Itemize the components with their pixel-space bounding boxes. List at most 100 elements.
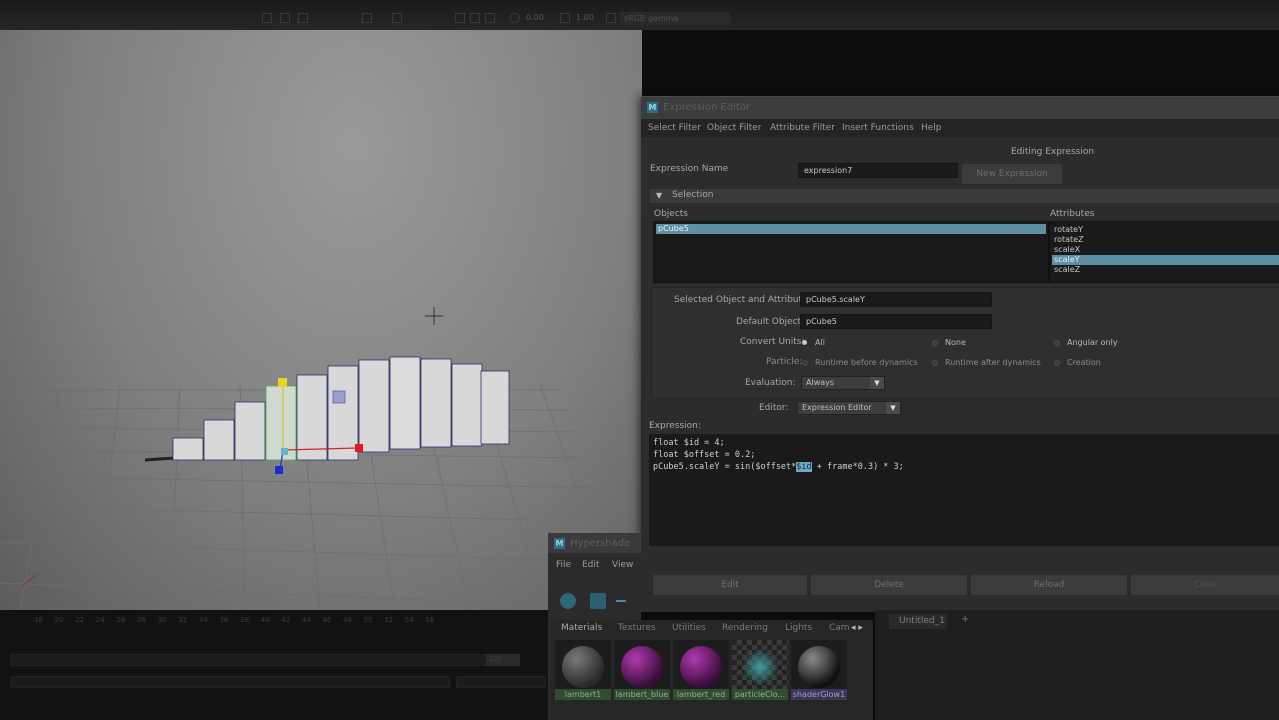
timeline-tick: 20 (54, 616, 64, 624)
move-cursor-icon (425, 307, 443, 325)
list-item[interactable]: scaleY (1052, 255, 1279, 265)
tab-textures[interactable]: Textures (618, 623, 656, 633)
range-slider[interactable] (10, 654, 520, 666)
maya-logo-icon: M (554, 538, 565, 549)
convert-units-angular-radio[interactable] (1054, 340, 1060, 346)
material-swatch[interactable]: lambert1 (555, 640, 611, 700)
shadow-icon[interactable] (392, 13, 402, 23)
selected-obj-attr-field[interactable]: pCube5.scaleY (800, 292, 992, 307)
exposure-icon[interactable] (510, 13, 520, 23)
edit-button[interactable]: Edit (653, 575, 807, 595)
list-item[interactable]: scaleX (1052, 245, 1279, 255)
grid-icon[interactable] (262, 13, 272, 23)
material-swatch[interactable]: lambert_blue (614, 640, 670, 700)
timeline-tick: 22 (75, 616, 85, 624)
material-swatch[interactable]: lambert_red (673, 640, 729, 700)
selection-section-header[interactable]: ▼ Selection (650, 189, 1279, 203)
menu-object-filter[interactable]: Object Filter (707, 123, 761, 133)
convert-units-none-radio[interactable] (932, 340, 938, 346)
hypershade-titlebar[interactable]: M Hypershade (548, 533, 641, 553)
materials-panel: Materials Textures Utilities Rendering L… (551, 620, 873, 720)
timeline-tick: 30 (157, 616, 167, 624)
material-name: lambert_blue (614, 689, 670, 700)
material-swatch[interactable]: shaderGlow1 (791, 640, 847, 700)
expression-editor-titlebar[interactable]: M Expression Editor (641, 97, 1279, 119)
tab-cameras[interactable]: Cam (829, 623, 850, 633)
timeline-tick: 54 (404, 616, 414, 624)
material-preview (739, 646, 781, 688)
hypershade-menu-edit[interactable]: Edit (582, 560, 599, 570)
list-item[interactable]: rotateY (1052, 225, 1279, 235)
hypershade-menu-view[interactable]: View (612, 560, 633, 570)
editor-dropdown[interactable]: Expression Editor ▼ (797, 401, 901, 415)
tab-rendering[interactable]: Rendering (722, 623, 768, 633)
timeline-tick: 52 (384, 616, 394, 624)
convert-units-all-radio[interactable] (802, 340, 807, 345)
expression-code-editor[interactable]: float $id = 4; float $offset = 0.2; pCub… (649, 434, 1279, 546)
tab-scroll-arrows-icon[interactable]: ◂ ▸ (851, 623, 863, 633)
end-frame-field[interactable]: 120 (486, 654, 520, 666)
color-space-dropdown[interactable]: sRGB gamma (620, 12, 730, 25)
clear-button[interactable]: Clear (1131, 575, 1279, 595)
list-item[interactable]: pCube5 (656, 224, 1046, 234)
window-title: Expression Editor (663, 102, 751, 113)
default-object-field[interactable]: pCube5 (800, 314, 992, 329)
timeline-tick: 40 (260, 616, 270, 624)
particle-creation-radio[interactable] (1054, 360, 1060, 366)
exposure-value[interactable]: 0.00 (526, 13, 544, 25)
timeline-tick: 34 (198, 616, 208, 624)
wireframe-icon[interactable] (280, 13, 290, 23)
menu-help[interactable]: Help (921, 123, 942, 133)
material-name: shaderGlow1 (791, 689, 847, 700)
node-graph-panel[interactable]: Untitled_1 + (875, 610, 1279, 720)
timeline-tick: 24 (95, 616, 105, 624)
particle-before-radio[interactable] (802, 360, 808, 366)
add-tab-icon[interactable]: + (961, 614, 969, 625)
menu-insert-functions[interactable]: Insert Functions (842, 123, 914, 133)
playback-field[interactable] (456, 676, 546, 688)
reload-button[interactable]: Reload (971, 575, 1127, 595)
list-item[interactable]: scaleZ (1052, 265, 1279, 275)
particle-creation-label: Creation (1067, 358, 1101, 367)
menu-select-filter[interactable]: Select Filter (648, 123, 701, 133)
light-icon[interactable] (362, 13, 372, 23)
tab-materials[interactable]: Materials (561, 623, 602, 633)
graph-icon[interactable] (590, 593, 606, 609)
expression-name-field[interactable]: expression7 (798, 163, 958, 178)
graph-tab[interactable]: Untitled_1 (889, 614, 947, 629)
new-expression-button[interactable]: New Expression (962, 164, 1062, 184)
3d-viewport[interactable] (0, 30, 642, 610)
tab-utilities[interactable]: Utilities (672, 623, 706, 633)
maya-logo-icon: M (647, 102, 658, 113)
material-preview (680, 646, 722, 688)
menu-attribute-filter[interactable]: Attribute Filter (770, 123, 835, 133)
particle-after-radio[interactable] (932, 360, 938, 366)
list-item[interactable]: rotateZ (1052, 235, 1279, 245)
timeline-tick: 18 (34, 616, 43, 624)
attributes-list[interactable]: rotateY rotateZ scaleX scaleY scaleZ (1049, 221, 1279, 283)
hypershade-menu-file[interactable]: File (556, 560, 571, 570)
minus-icon[interactable] (616, 600, 626, 602)
delete-button[interactable]: Delete (811, 575, 967, 595)
xray-icon[interactable] (485, 13, 495, 23)
material-swatch[interactable]: particleClo... (732, 640, 788, 700)
timeline-tick: 38 (240, 616, 249, 624)
gamma-value[interactable]: 1.00 (576, 13, 594, 25)
timeline[interactable]: 18 20 22 24 26 28 30 32 34 36 38 40 42 44 46 48 50 52 54 56… (0, 610, 550, 720)
gamma-icon[interactable] (560, 13, 570, 23)
isolate-icon[interactable] (470, 13, 480, 23)
tab-lights[interactable]: Lights (785, 623, 812, 633)
timeline-tick: 50 (363, 616, 373, 624)
objects-list[interactable]: pCube5 (653, 221, 1049, 283)
timeline-tick: 48 (343, 616, 352, 624)
timeline-tick: 32 (178, 616, 188, 624)
evaluation-dropdown[interactable]: Always ▼ (801, 376, 885, 390)
camera-icon[interactable] (455, 13, 465, 23)
color-management-icon[interactable] (606, 13, 616, 23)
toggle-icon[interactable] (560, 593, 576, 609)
material-preview (562, 646, 604, 688)
selection-section-title: Selection (672, 190, 714, 200)
shaded-icon[interactable] (298, 13, 308, 23)
code-segment: + frame*0.3) * 3; (811, 462, 904, 472)
expression-label: Expression: (649, 421, 701, 431)
